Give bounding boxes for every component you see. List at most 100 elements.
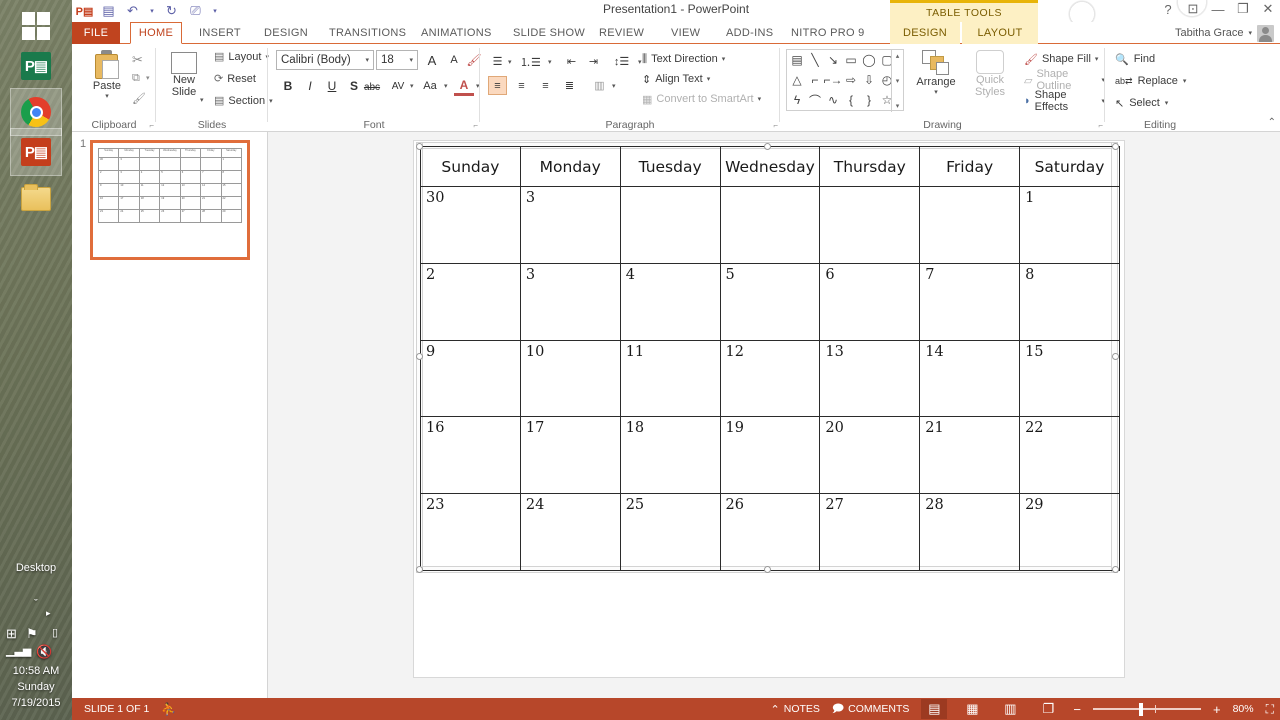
resize-handle-top-center[interactable] (764, 143, 771, 150)
ribbon-tab-strip[interactable]: FILE HOME INSERT DESIGN TRANSITIONS ANIM… (72, 0, 1280, 44)
tab-nitro-pro-9[interactable]: NITRO PRO 9 (782, 22, 874, 44)
oval-shape-icon[interactable]: ◯ (860, 51, 878, 69)
smartart-dropdown-icon[interactable]: ▾ (758, 95, 762, 103)
resize-handle-top-left[interactable] (416, 143, 423, 150)
resize-handle-bottom-left[interactable] (416, 566, 423, 573)
change-case-dropdown-icon[interactable]: ▾ (444, 82, 448, 90)
status-bar[interactable]: SLIDE 1 OF 1 ⛹ ⌃ NOTES 🗩 COMMENTS ▤ ▦ ▥ … (72, 698, 1280, 720)
calendar-cell[interactable]: 2 (420, 262, 521, 341)
calendar-cell[interactable]: 1 (1019, 186, 1120, 264)
tray-windows-icon[interactable]: ⊞ (6, 626, 17, 642)
character-spacing-button[interactable]: AV (388, 76, 408, 96)
calendar-header-sunday[interactable]: Sunday (420, 146, 521, 187)
calendar-cell[interactable]: 26 (719, 493, 821, 571)
calendar-cell[interactable]: 27 (819, 493, 921, 571)
resize-handle-top-right[interactable] (1112, 143, 1119, 150)
close-button[interactable]: ✕ (1260, 1, 1276, 17)
paragraph-dialog-launcher[interactable]: ⌐ (773, 121, 778, 130)
font-size-combobox[interactable]: 18 ▾ (376, 50, 418, 70)
calendar-cell[interactable]: 30 (420, 186, 521, 264)
rectangle-shape-icon[interactable]: ▭ (842, 51, 860, 69)
shape-fill-dropdown-icon[interactable]: ▾ (1095, 55, 1099, 63)
accessibility-check-icon[interactable]: ⛹ (161, 702, 176, 716)
copy-dropdown-icon[interactable]: ▾ (146, 74, 150, 82)
slideshow-view-button[interactable]: ❐ (1035, 699, 1061, 719)
justify-icon[interactable]: ≣ (560, 76, 579, 95)
tab-animations[interactable]: ANIMATIONS (412, 22, 501, 44)
paste-dropdown-icon[interactable]: ▾ (105, 92, 109, 100)
paste-button[interactable]: Paste ▾ (84, 50, 130, 100)
arc-shape-icon[interactable]: ⌒ (806, 91, 824, 109)
zoom-level-label[interactable]: 80% (1233, 703, 1254, 715)
tray-flag-icon[interactable]: ⚑ (26, 626, 38, 642)
calendar-cell[interactable]: 8 (1019, 262, 1120, 341)
shapes-scroll-up-icon[interactable]: ▴ (896, 52, 900, 60)
calendar-cell[interactable]: 29 (1019, 493, 1120, 571)
ribbon[interactable]: Paste ▾ ✂ ⧉ ▾ 🖌 Clipboard ⌐ New Slide ▾ (72, 44, 1280, 132)
calendar-cell[interactable]: 10 (519, 339, 621, 418)
calendar-cell[interactable]: 18 (619, 416, 721, 495)
scissors-icon[interactable]: ✂ (132, 52, 143, 68)
bold-button[interactable]: B (278, 76, 298, 96)
line-spacing-dropdown-icon[interactable]: ▾ (638, 58, 642, 66)
tray-signal-icon[interactable]: ▁▃▅ (6, 644, 31, 657)
shape-effects-button[interactable]: ◗ Shape Effects ▾ (1024, 89, 1105, 113)
slide-surface[interactable]: Sunday Monday Tuesday Wednesday Thursday Frid… (413, 140, 1125, 678)
user-account[interactable]: Tabitha Grace ▾ (1175, 22, 1274, 44)
calendar-cell[interactable]: 19 (719, 416, 821, 495)
shapes-gallery[interactable]: ▤ ╲ ↘ ▭ ◯ ▢ △ ⌐ ⌐→ ⇨ ⇩ ◴ ϟ ⌒ ∿ { } ☆ ▴ ▾… (786, 49, 904, 112)
fit-slide-icon[interactable]: ⛶ (1266, 702, 1274, 717)
calendar-cell[interactable]: 20 (819, 416, 921, 495)
calendar-table[interactable]: Sunday Monday Tuesday Wednesday Thursday Frid… (420, 146, 1120, 571)
left-brace-shape-icon[interactable]: { (842, 91, 860, 109)
tray-volume-muted-icon[interactable]: 🔇 (36, 644, 52, 660)
comments-button[interactable]: 🗩 COMMENTS (832, 700, 909, 719)
quick-styles-button[interactable]: Quick Styles (966, 50, 1014, 98)
copy-icon[interactable]: ⧉ (132, 72, 140, 85)
calendar-cell[interactable]: 7 (919, 262, 1021, 341)
calendar-cell[interactable]: 14 (919, 339, 1021, 418)
arrow-shape-icon[interactable]: ↘ (824, 51, 842, 69)
tab-slide-show[interactable]: SLIDE SHOW (504, 22, 594, 44)
taskbar-item-publisher[interactable]: P▤ (10, 42, 62, 90)
resize-handle-bottom-center[interactable] (764, 566, 771, 573)
ribbon-display-options-button[interactable]: ⊡ (1185, 1, 1201, 17)
character-spacing-dropdown-icon[interactable]: ▾ (410, 82, 414, 90)
calendar-cell[interactable]: 3 (519, 186, 621, 264)
tab-home[interactable]: HOME (130, 22, 182, 44)
calendar-cell[interactable]: 22 (1019, 416, 1120, 495)
calendar-cell[interactable]: 24 (519, 493, 621, 571)
calendar-header-saturday[interactable]: Saturday (1019, 146, 1120, 187)
line-spacing-icon[interactable]: ↕☰ (612, 52, 631, 71)
decrease-indent-icon[interactable]: ⇤ (562, 52, 581, 71)
down-arrow-shape-icon[interactable]: ⇩ (860, 71, 878, 89)
text-shadow-button[interactable]: S (344, 76, 364, 96)
slide-indicator[interactable]: SLIDE 1 OF 1 (84, 703, 149, 715)
zoom-in-button[interactable]: + (1213, 702, 1221, 717)
tray-battery-icon[interactable]: ▯ (52, 626, 58, 639)
shapes-more-icon[interactable]: ▾ (896, 102, 900, 110)
tab-design[interactable]: DESIGN (255, 22, 317, 44)
taskbar-item-file-explorer[interactable] (10, 175, 62, 223)
notes-button[interactable]: ⌃ NOTES (771, 703, 820, 716)
curve-shape-icon[interactable]: ∿ (824, 91, 842, 109)
columns-icon[interactable]: ▥ (590, 76, 609, 95)
calendar-header-tuesday[interactable]: Tuesday (619, 146, 721, 187)
elbow-connector-shape-icon[interactable]: ⌐ (806, 71, 824, 89)
replace-dropdown-icon[interactable]: ▾ (1183, 77, 1187, 85)
calendar-header-friday[interactable]: Friday (919, 146, 1021, 187)
replace-button[interactable]: ab⇄ Replace ▾ (1115, 72, 1186, 90)
font-color-button[interactable]: A (454, 76, 474, 96)
calendar-cell[interactable]: 28 (919, 493, 1021, 571)
slide-thumbnail-1[interactable]: Sunday Monday Tuesday Wednesday Thursday Frid… (90, 140, 250, 260)
drawing-dialog-launcher[interactable]: ⌐ (1098, 121, 1103, 130)
resize-handle-middle-left[interactable] (416, 353, 423, 360)
shapes-gallery-scroll[interactable]: ▴ ▾ ▾ (891, 50, 903, 112)
slide-sorter-view-button[interactable]: ▦ (959, 699, 985, 719)
italic-button[interactable]: I (300, 76, 320, 96)
numbering-icon[interactable]: ⒈☰ (520, 52, 541, 71)
text-direction-dropdown-icon[interactable]: ▾ (722, 55, 726, 63)
right-arrow-shape-icon[interactable]: ⇨ (842, 71, 860, 89)
right-brace-shape-icon[interactable]: } (860, 91, 878, 109)
tab-add-ins[interactable]: ADD-INS (717, 22, 782, 44)
